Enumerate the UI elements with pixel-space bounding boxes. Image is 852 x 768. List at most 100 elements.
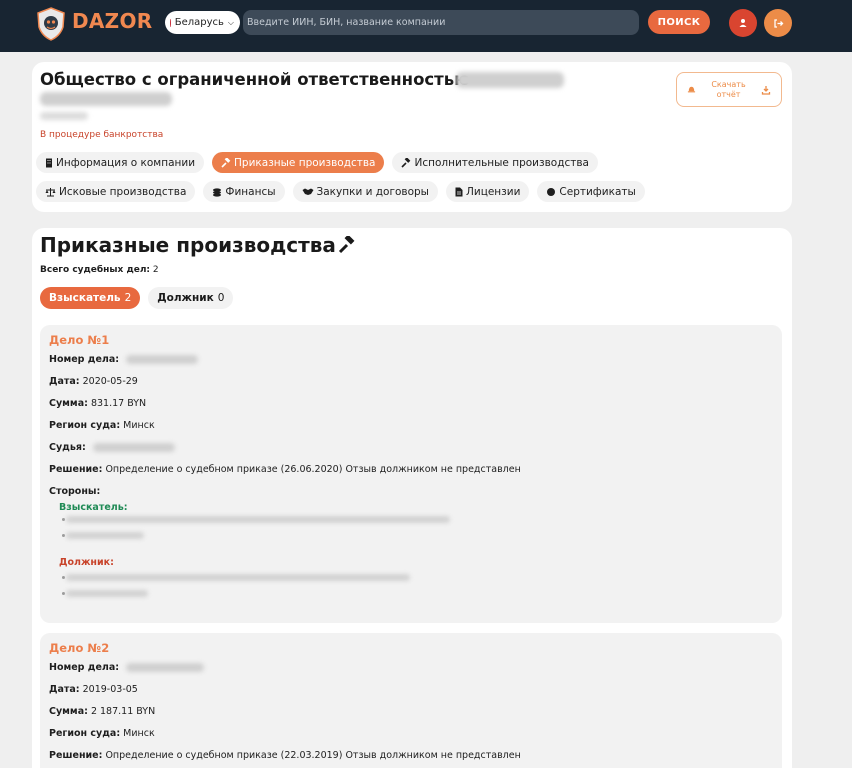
tab-writ-proceedings[interactable]: Приказные производства (212, 152, 385, 173)
company-tabs-row-2: Исковые производства Финансы Закупки и д… (36, 181, 645, 202)
redacted-case-number (126, 663, 205, 672)
company-tabs-row-1: Информация о компании Приказные производ… (36, 152, 598, 173)
case-decision-row: Решение: Определение о судебном приказе … (49, 464, 521, 475)
tab-certificates-label: Сертификаты (559, 185, 636, 198)
tab-company-info-label: Информация о компании (56, 156, 196, 169)
company-status: В процедуре банкротства (40, 130, 164, 140)
tab-writ-proceedings-label: Приказные производства (234, 156, 376, 169)
redacted-case-number (126, 355, 199, 364)
case-number-row: Номер дела: (49, 662, 205, 673)
user-icon (739, 19, 747, 27)
case-amount-row: Сумма: 831.17 BYN (49, 398, 146, 409)
case-judge-label: Судья: (49, 442, 86, 453)
tab-company-info[interactable]: Информация о компании (36, 152, 205, 173)
certificate-icon (547, 187, 556, 196)
redacted-plaintiff-id (66, 532, 144, 539)
belarus-flag-icon (170, 18, 171, 27)
download-icon (761, 85, 771, 95)
case-region-row: Регион суда: Минск (49, 728, 155, 739)
tab-debtor-role-count: 0 (217, 292, 225, 304)
case-region-label: Регион суда: (49, 420, 121, 431)
redacted-judge-name (92, 443, 175, 452)
case-date-label: Дата: (49, 376, 80, 387)
tab-debtor-role-label: Должник (157, 292, 214, 304)
search-input[interactable] (243, 10, 639, 35)
tab-procurement-contracts[interactable]: Закупки и договоры (292, 181, 438, 202)
case-amount-row: Сумма: 2 187.11 BYN (49, 706, 155, 717)
hammer-icon (401, 157, 411, 168)
redacted-debtor-id (66, 590, 148, 597)
case-card: Дело №2 Номер дела: Дата: 2019-03-05 Сум… (40, 633, 782, 768)
country-select[interactable]: Беларусь ⌵ (165, 11, 240, 34)
case-date-value: 2019-03-05 (82, 684, 138, 695)
logout-button[interactable] (764, 9, 792, 37)
handshake-icon (302, 188, 314, 195)
section-title-text: Приказные производства (40, 233, 336, 257)
company-card: Общество с ограниченной ответственностью… (32, 62, 792, 212)
total-cases: Всего судебных дел: 2 (40, 265, 159, 275)
search-button[interactable]: ПОИСК (648, 10, 710, 34)
case-decision-row: Решение: Определение о судебном приказе … (49, 750, 521, 761)
case-title: Дело №1 (49, 333, 110, 347)
tab-lawsuits[interactable]: Исковые производства (36, 181, 196, 202)
writ-proceedings-card: Приказные производства Всего судебных де… (32, 228, 792, 768)
case-judge-row: Судья: (49, 442, 175, 453)
tab-enforcement-proceedings-label: Исполнительные производства (414, 156, 589, 169)
chevron-down-icon: ⌵ (227, 17, 234, 27)
logo-text[interactable]: DAZOR (72, 9, 152, 33)
case-amount-label: Сумма: (49, 398, 88, 409)
tab-certificates[interactable]: Сертификаты (537, 181, 645, 202)
bell-icon (687, 86, 696, 93)
case-amount-label: Сумма: (49, 706, 88, 717)
tab-licenses-label: Лицензии (465, 185, 521, 198)
redacted-debtor-name (66, 574, 410, 581)
tab-plaintiff-role-label: Взыскатель (49, 292, 121, 304)
case-decision-label: Решение: (49, 750, 103, 761)
redacted-company-name (456, 72, 564, 88)
tab-plaintiff-role-count: 2 (124, 292, 132, 304)
country-select-value: Беларусь (174, 17, 224, 28)
tab-debtor-role[interactable]: Должник 0 (148, 287, 234, 309)
section-title: Приказные производства (40, 233, 356, 257)
case-number-row: Номер дела: (49, 354, 199, 365)
tab-enforcement-proceedings[interactable]: Исполнительные производства (392, 152, 598, 173)
total-cases-value: 2 (152, 265, 159, 275)
case-number-label: Номер дела: (49, 662, 120, 673)
scales-icon (45, 187, 56, 196)
case-parties-label: Стороны: (49, 486, 101, 497)
case-date-label: Дата: (49, 684, 80, 695)
case-amount-value: 2 187.11 BYN (90, 706, 156, 717)
tab-finances-label: Финансы (225, 185, 276, 198)
plaintiff-label: Взыскатель: (59, 502, 128, 513)
user-profile-button[interactable] (729, 9, 757, 37)
case-amount-value: 831.17 BYN (90, 398, 147, 409)
role-tabs: Взыскатель 2 Должник 0 (40, 287, 234, 309)
case-date-value: 2020-05-29 (82, 376, 138, 387)
company-title: Общество с ограниченной ответственностью (40, 70, 471, 89)
download-report-button[interactable]: Скачать отчёт (676, 72, 782, 107)
tab-plaintiff-role[interactable]: Взыскатель 2 (40, 287, 141, 309)
logo-icon[interactable] (36, 7, 66, 41)
list-bullet (62, 534, 65, 537)
tab-licenses[interactable]: Лицензии (445, 181, 530, 202)
download-report-label: Скачать отчёт (711, 79, 746, 99)
list-bullet (62, 576, 65, 579)
case-decision-label: Решение: (49, 464, 103, 475)
list-bullet (62, 592, 65, 595)
case-region-value: Минск (123, 420, 155, 431)
case-number-label: Номер дела: (49, 354, 120, 365)
gavel-icon (338, 236, 355, 254)
case-date-row: Дата: 2020-05-29 (49, 376, 138, 387)
tab-finances[interactable]: Финансы (203, 181, 285, 202)
gavel-icon (221, 157, 231, 168)
redacted-company-name-line2 (40, 92, 172, 106)
redacted-company-subtitle (40, 112, 88, 120)
debtor-label: Должник: (59, 557, 114, 568)
case-region-row: Регион суда: Минск (49, 420, 155, 431)
case-region-value: Минск (123, 728, 155, 739)
top-navigation-bar: DAZOR Беларусь ⌵ ПОИСК (0, 0, 852, 52)
document-icon (455, 187, 463, 196)
case-decision-value: Определение о судебном приказе (22.03.20… (105, 750, 521, 761)
tab-procurement-contracts-label: Закупки и договоры (316, 185, 429, 198)
logout-icon (773, 18, 783, 28)
